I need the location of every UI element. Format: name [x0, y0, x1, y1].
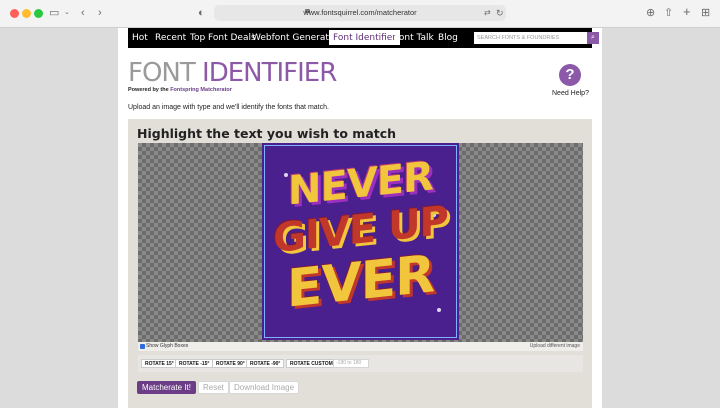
nav-font-identifier[interactable]: Font Identifier: [329, 30, 400, 45]
page-title: FONT IDENTIFIER: [128, 58, 337, 88]
search-button[interactable]: ⌕: [587, 32, 599, 44]
help-icon[interactable]: ?: [559, 64, 581, 86]
new-tab-icon[interactable]: +: [683, 5, 691, 19]
search-icon: ⌕: [591, 34, 595, 41]
show-glyph-boxes-checkbox[interactable]: [140, 344, 145, 349]
rotate-minus-15-button[interactable]: ROTATE -15°: [175, 359, 214, 368]
nav-webfont-generator[interactable]: Webfont Generator: [252, 32, 338, 44]
main-navigation: Hot Recent Top Font Deals Webfont Genera…: [128, 28, 599, 48]
url-text: www.fontsquirrel.com/matcherator: [303, 8, 417, 17]
nav-hot[interactable]: Hot: [132, 32, 148, 44]
fontspring-matcherator-link[interactable]: Fontspring Matcherator: [170, 87, 232, 93]
page-title-part1: FONT: [128, 58, 196, 88]
page-content: Hot Recent Top Font Deals Webfont Genera…: [118, 28, 602, 408]
panel-title: Highlight the text you wish to match: [137, 126, 397, 141]
matcherate-button[interactable]: Matcherate It!: [137, 381, 196, 394]
nav-recent[interactable]: Recent: [155, 32, 186, 44]
download-image-button[interactable]: Download Image: [229, 381, 300, 394]
tab-overview-icon[interactable]: ⊞: [701, 6, 710, 20]
intro-text: Upload an image with type and we'll iden…: [128, 104, 329, 111]
rotate-15-button[interactable]: ROTATE 15°: [141, 359, 178, 368]
share-icon[interactable]: ⇧: [664, 6, 673, 20]
chevron-down-icon[interactable]: ⌄: [64, 6, 70, 20]
translate-icon[interactable]: ⇄: [484, 6, 491, 20]
forward-icon[interactable]: ›: [98, 6, 102, 20]
nav-font-talk[interactable]: Font Talk: [394, 32, 434, 44]
zoom-window-button[interactable]: [34, 9, 43, 18]
sidebar-toggle-icon[interactable]: ▭: [49, 6, 59, 20]
uploaded-image[interactable]: NEVER GIVE UP EVER: [262, 143, 459, 340]
browser-toolbar: ▭ ⌄ ‹ › ◐ www.fontsquirrel.com/matcherat…: [0, 0, 720, 28]
rotate-minus-90-button[interactable]: ROTATE -90°: [246, 359, 285, 368]
search-placeholder: SEARCH FONTS & FOUNDRIES: [477, 35, 560, 41]
nav-top-font-deals[interactable]: Top Font Deals: [190, 32, 256, 44]
rotate-custom-input[interactable]: -180 to 180: [333, 359, 369, 368]
page-title-part2: IDENTIFIER: [202, 58, 337, 88]
reload-icon[interactable]: ↻: [496, 6, 504, 20]
close-window-button[interactable]: [10, 9, 19, 18]
matcher-panel: Highlight the text you wish to match NEV…: [128, 119, 592, 408]
upload-different-image-link[interactable]: Upload different image: [530, 342, 580, 351]
powered-by-prefix: Powered by the: [128, 87, 169, 93]
need-help-link[interactable]: Need Help?: [552, 89, 589, 98]
image-canvas[interactable]: NEVER GIVE UP EVER: [138, 143, 583, 342]
minimize-window-button[interactable]: [22, 9, 31, 18]
address-bar[interactable]: www.fontsquirrel.com/matcherator ⇄ ↻: [214, 5, 506, 21]
rotate-custom-button[interactable]: ROTATE CUSTOM: [286, 359, 337, 368]
canvas-footer: Show Glyph Boxes Upload different image: [138, 342, 583, 351]
back-icon[interactable]: ‹: [81, 6, 85, 20]
rotate-90-button[interactable]: ROTATE 90°: [212, 359, 249, 368]
downloads-icon[interactable]: ⊕: [646, 6, 655, 20]
search-input[interactable]: SEARCH FONTS & FOUNDRIES: [474, 32, 588, 44]
show-glyph-boxes-label[interactable]: Show Glyph Boxes: [146, 342, 188, 351]
powered-by: Powered by the Fontspring Matcherator: [128, 86, 232, 94]
reset-button[interactable]: Reset: [198, 381, 229, 394]
privacy-shield-icon[interactable]: ◐: [198, 6, 205, 20]
nav-blog[interactable]: Blog: [438, 32, 458, 44]
rotate-toolbar: ROTATE 15° ROTATE -15° ROTATE 90° ROTATE…: [138, 355, 583, 372]
selection-box[interactable]: [264, 145, 457, 338]
